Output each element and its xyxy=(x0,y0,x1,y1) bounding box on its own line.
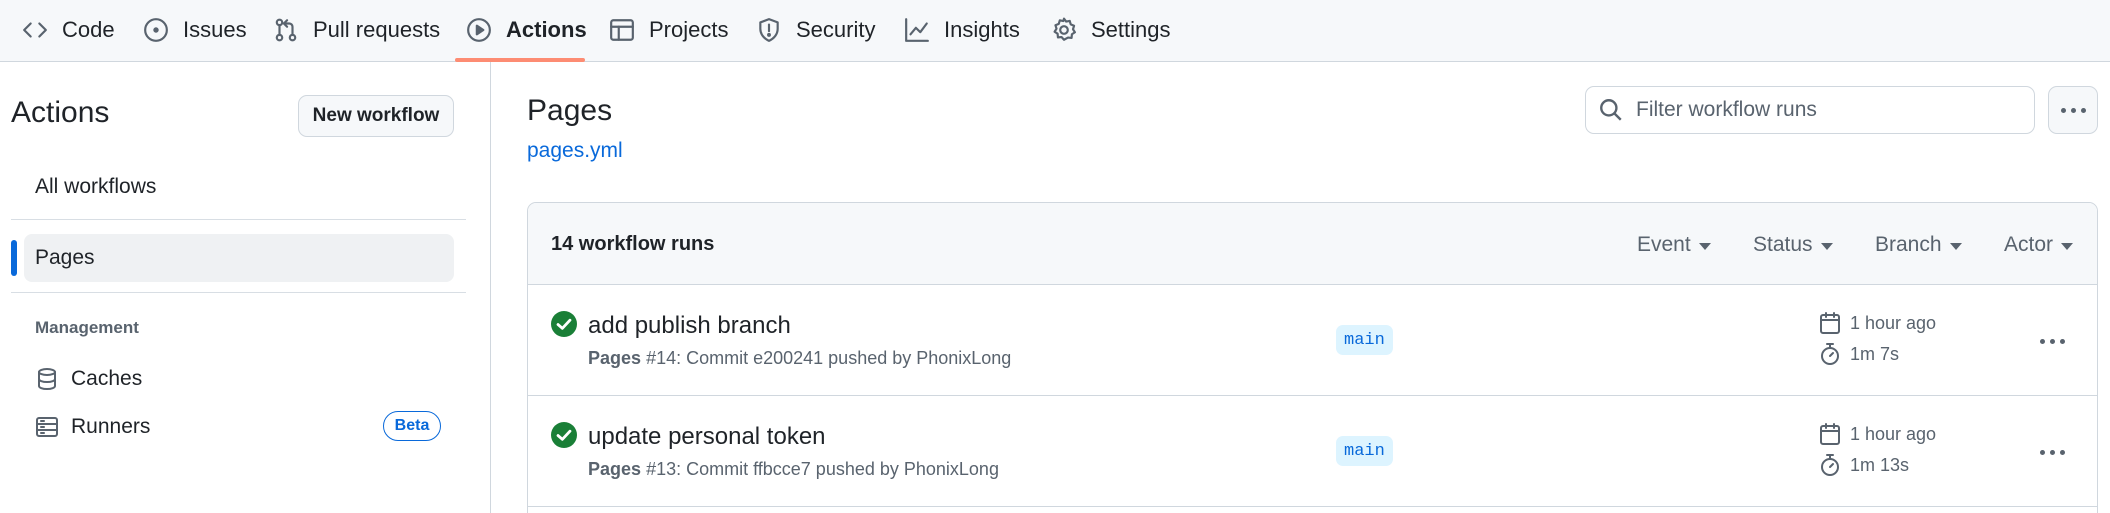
sidebar-item-label: Caches xyxy=(71,367,143,390)
tab-actions-label: Actions xyxy=(506,17,587,42)
run-workflow-name: Pages xyxy=(588,459,642,479)
new-workflow-button[interactable]: New workflow xyxy=(298,95,454,137)
run-subtitle: Pages #13: Commit ffbcce7 pushed by Phon… xyxy=(588,459,999,480)
run-time-ago: 1 hour ago xyxy=(1850,423,1937,444)
sidebar-item-pages[interactable]: Pages xyxy=(24,234,454,282)
tab-code[interactable]: Code xyxy=(22,0,115,60)
filter-label: Branch xyxy=(1875,233,1942,256)
sidebar-divider xyxy=(11,292,466,293)
tab-settings[interactable]: Settings xyxy=(1051,0,1171,60)
filter-event-dropdown[interactable]: Event xyxy=(1637,233,1711,257)
filter-label: Status xyxy=(1753,233,1813,256)
run-duration-value: 1m 13s xyxy=(1850,454,1910,475)
branch-label[interactable]: main xyxy=(1336,325,1393,355)
sidebar-active-indicator xyxy=(11,240,17,276)
runs-list-header: 14 workflow runs Event Status Branch Act… xyxy=(528,203,2097,285)
tab-insights[interactable]: Insights xyxy=(904,0,1020,60)
server-icon xyxy=(36,417,58,437)
run-subtitle: Pages #14: Commit e200241 pushed by Phon… xyxy=(588,348,1011,369)
gear-icon xyxy=(1053,17,1077,41)
search-icon xyxy=(1600,99,1622,121)
run-time: 1 hour ago xyxy=(1818,422,1936,446)
tab-security[interactable]: Security xyxy=(756,0,875,60)
calendar-icon xyxy=(1820,423,1840,445)
beta-badge: Beta xyxy=(383,411,441,441)
database-icon xyxy=(38,368,56,390)
tab-settings-label: Settings xyxy=(1091,17,1171,42)
kebab-horizontal-icon xyxy=(2039,449,2065,455)
workflow-run-row[interactable]: add publish branch Pages #14: Commit e20… xyxy=(528,285,2097,396)
filter-actor-dropdown[interactable]: Actor xyxy=(2004,233,2074,257)
run-duration-value: 1m 7s xyxy=(1850,343,1900,364)
tab-actions[interactable]: Actions xyxy=(466,0,587,60)
shield-icon xyxy=(759,18,779,42)
sidebar-item-all-workflows[interactable]: All workflows xyxy=(24,163,454,211)
tab-pull-requests[interactable]: Pull requests xyxy=(273,0,440,60)
repo-nav: Code Issues Pull requests Actions Projec… xyxy=(0,0,2110,62)
sidebar-section-heading: Management xyxy=(35,318,139,337)
tab-selected-underline xyxy=(455,58,585,62)
check-circle-fill-icon xyxy=(551,311,577,337)
run-duration: 1m 7s xyxy=(1818,342,1899,366)
workflow-file-link[interactable]: pages.yml xyxy=(527,139,623,163)
caret-down-icon xyxy=(1820,242,1833,250)
sidebar-item-label: Runners xyxy=(71,415,151,438)
layout-divider xyxy=(490,62,491,513)
sidebar-item-label: All workflows xyxy=(35,175,157,198)
sidebar-item-label: Pages xyxy=(35,246,95,269)
run-workflow-name: Pages xyxy=(588,348,642,368)
run-menu-button[interactable] xyxy=(2030,434,2074,470)
stopwatch-icon xyxy=(1821,343,1839,365)
page-title: Pages xyxy=(527,94,613,127)
workflow-menu-button[interactable] xyxy=(2048,86,2098,134)
run-menu-button[interactable] xyxy=(2030,323,2074,359)
run-title-link[interactable]: update personal token xyxy=(588,423,826,451)
issue-opened-icon xyxy=(144,18,168,42)
tab-security-label: Security xyxy=(796,17,876,42)
tab-code-label: Code xyxy=(62,17,115,42)
run-duration: 1m 13s xyxy=(1818,453,1909,477)
git-pull-request-icon xyxy=(275,18,297,42)
check-circle-fill-icon xyxy=(551,422,577,448)
run-detail: #13: Commit ffbcce7 pushed by PhonixLong xyxy=(646,459,999,479)
calendar-icon xyxy=(1820,312,1840,334)
branch-label[interactable]: main xyxy=(1336,436,1393,466)
tab-projects[interactable]: Projects xyxy=(609,0,728,60)
sidebar-item-caches[interactable]: Caches xyxy=(24,355,454,403)
tab-issues-label: Issues xyxy=(183,17,247,42)
workflow-runs-list: 14 workflow runs Event Status Branch Act… xyxy=(527,202,2098,513)
code-icon xyxy=(23,22,47,38)
run-detail: #14: Commit e200241 pushed by PhonixLong xyxy=(646,348,1012,368)
stopwatch-icon xyxy=(1821,454,1839,476)
filter-status-dropdown[interactable]: Status xyxy=(1753,233,1833,257)
graph-icon xyxy=(905,18,929,42)
run-time-ago: 1 hour ago xyxy=(1850,312,1937,333)
play-icon xyxy=(467,18,491,42)
runs-count: 14 workflow runs xyxy=(551,233,715,255)
filter-label: Event xyxy=(1637,233,1691,256)
kebab-horizontal-icon xyxy=(2060,107,2086,113)
caret-down-icon xyxy=(2061,242,2074,250)
workflow-run-row[interactable]: update personal token Pages #13: Commit … xyxy=(528,396,2097,507)
run-time: 1 hour ago xyxy=(1818,311,1936,335)
filter-branch-dropdown[interactable]: Branch xyxy=(1875,233,1962,257)
tab-pull-requests-label: Pull requests xyxy=(313,17,441,42)
kebab-horizontal-icon xyxy=(2039,338,2065,344)
run-title-link[interactable]: add publish branch xyxy=(588,312,791,340)
sidebar-divider xyxy=(11,219,466,220)
tab-issues[interactable]: Issues xyxy=(143,0,247,60)
table-icon xyxy=(610,19,634,41)
search-input[interactable] xyxy=(1636,98,2016,122)
tab-insights-label: Insights xyxy=(944,17,1020,42)
filter-label: Actor xyxy=(2004,233,2054,256)
sidebar-title: Actions xyxy=(11,96,110,129)
caret-down-icon xyxy=(1949,242,1962,250)
caret-down-icon xyxy=(1698,242,1711,250)
filter-runs-search[interactable] xyxy=(1585,86,2035,134)
tab-projects-label: Projects xyxy=(649,17,729,42)
